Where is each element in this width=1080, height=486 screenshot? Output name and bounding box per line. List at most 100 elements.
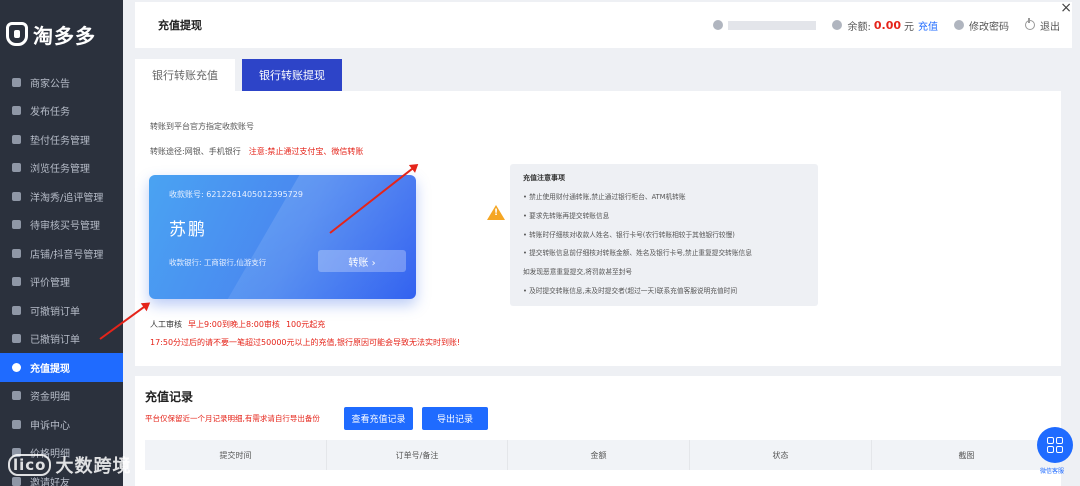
warning-icon xyxy=(487,205,505,220)
app-logo[interactable]: 淘多多 xyxy=(0,0,123,68)
money-bag-icon xyxy=(12,362,21,372)
sidebar-item-appeals[interactable]: 申诉中心 xyxy=(0,410,123,439)
deposit-note: 转账到平台官方指定收款账号 xyxy=(150,122,254,131)
sidebar-item-recharge[interactable]: 充值提现 xyxy=(0,353,123,382)
sidebar-item-reviews[interactable]: 评价管理 xyxy=(0,268,123,297)
user-icon xyxy=(12,220,21,230)
review-info: 人工审核 早上9:00到晚上8:00审核 100元起充 xyxy=(150,319,325,330)
sidebar-nav: 商家公告 发布任务 垫付任务管理 浏览任务管理 洋淘秀/追评管理 待审核买号管理… xyxy=(0,68,123,486)
header-actions: 余额: 0.00 元 充值 修改密码 退出 xyxy=(713,2,1060,48)
sidebar-item-label: 洋淘秀/追评管理 xyxy=(30,192,104,204)
sidebar-item-merchant-notice[interactable]: 商家公告 xyxy=(0,68,123,97)
sidebar-item-label: 可撤销订单 xyxy=(30,306,80,318)
page-title: 充值提现 xyxy=(158,19,202,32)
sidebar: 淘多多 商家公告 发布任务 垫付任务管理 浏览任务管理 洋淘秀/追评管理 待审核… xyxy=(0,0,123,486)
balance-label: 余额: xyxy=(847,21,871,33)
sidebar-item-funds[interactable]: 资金明细 xyxy=(0,382,123,411)
export-records-button[interactable]: 导出记录 xyxy=(422,407,488,430)
logo-icon xyxy=(6,22,28,46)
top-header: 充值提现 余额: 0.00 元 充值 修改密码 退出 xyxy=(135,2,1072,48)
customer-service-button[interactable] xyxy=(1037,427,1073,463)
sidebar-item-browse-task[interactable]: 浏览任务管理 xyxy=(0,154,123,183)
sidebar-item-label: 发布任务 xyxy=(30,107,70,119)
change-password-link[interactable]: 修改密码 xyxy=(969,18,1009,33)
records-title: 充值记录 xyxy=(145,390,194,404)
coin-icon xyxy=(832,20,843,30)
cutoff-warning: 17:50分过后的请不要一笔超过50000元以上的充值,银行原因可能会导致无法实… xyxy=(150,338,461,347)
star-icon xyxy=(12,277,21,287)
column-header: 截图 xyxy=(958,450,975,460)
lock-icon xyxy=(954,20,964,30)
sidebar-item-label: 店铺/抖音号管理 xyxy=(30,249,104,261)
sidebar-item-label: 商家公告 xyxy=(30,78,70,90)
review-hours: 早上9:00到晚上8:00审核 xyxy=(188,320,280,329)
balance-amount: 0.00 xyxy=(873,18,901,32)
tab-bar: 银行转账充值 银行转账提现 xyxy=(135,59,1061,91)
sidebar-item-label: 充值提现 xyxy=(30,363,70,375)
username xyxy=(728,20,817,30)
sidebar-item-label: 垫付任务管理 xyxy=(30,135,90,147)
monitor-icon xyxy=(12,77,21,87)
ledger-icon xyxy=(12,391,21,401)
sidebar-item-label: 申诉中心 xyxy=(30,420,70,432)
sidebar-item-label: 资金明细 xyxy=(30,392,70,404)
deposit-channels: 转账途径:网银、手机银行 注意:禁止通过支付宝、微信转账 xyxy=(150,146,363,157)
notice-line: • 提交转账信息前仔细核对转账金额、姓名及银行卡号,禁止重复提交转账信息 xyxy=(523,249,752,258)
review-minimum: 100元起充 xyxy=(285,320,326,329)
tab-spacer xyxy=(235,59,242,91)
document-icon xyxy=(12,106,21,116)
channels-text: 转账途径:网银、手机银行 xyxy=(150,147,241,156)
sidebar-item-pending-accounts[interactable]: 待审核买号管理 xyxy=(0,211,123,240)
notice-line: • 及时提交转账信息,未及时提交者(超过一天)联系充值客服说明充值时间 xyxy=(523,286,738,295)
sidebar-item-store[interactable]: 店铺/抖音号管理 xyxy=(0,239,123,268)
sidebar-item-show-review[interactable]: 洋淘秀/追评管理 xyxy=(0,182,123,211)
recharge-panel: 银行转账充值 银行转账提现 转账到平台官方指定收款账号 转账途径:网银、手机银行… xyxy=(135,59,1061,366)
logo-text: 淘多多 xyxy=(33,23,96,48)
sidebar-item-publish-task[interactable]: 发布任务 xyxy=(0,97,123,126)
bank-card: 收款账号: 6212261405012395729 苏鹏 收款银行: 工商银行,… xyxy=(149,175,416,299)
sidebar-item-revocable-orders[interactable]: 可撤销订单 xyxy=(0,296,123,325)
deposit-body: 转账到平台官方指定收款账号 转账途径:网银、手机银行 注意:禁止通过支付宝、微信转… xyxy=(135,91,1061,366)
records-note: 平台仅保留近一个月记录明细,有需求请自行导出备份 xyxy=(145,414,320,423)
bank-name: 收款银行: 工商银行,仙游支行 xyxy=(169,258,267,267)
account-number: 收款账号: 6212261405012395729 xyxy=(169,190,303,199)
balance-unit: 元 xyxy=(904,21,914,33)
sidebar-item-revoked-orders[interactable]: 已撤销订单 xyxy=(0,325,123,354)
notice-box: 充值注意事项 • 禁止使用财付通转账,禁止通过银行柜台、ATM机转账 • 要求先… xyxy=(510,164,818,306)
records-table-header: 提交时间 订单号/备注 金额 状态 截图 xyxy=(145,440,1061,470)
sidebar-item-label: 待审核买号管理 xyxy=(30,221,100,233)
recharge-link[interactable]: 充值 xyxy=(918,18,938,33)
user-avatar-icon xyxy=(713,20,724,30)
notice-line: 如发现恶意重复提交,将罚款甚至封号 xyxy=(523,268,633,277)
comment-icon xyxy=(12,191,21,201)
invite-icon xyxy=(12,476,21,486)
notice-line: • 转账时仔细核对收款人姓名、银行卡号(农行转账相较于其他银行较慢) xyxy=(523,230,735,239)
notice-line: • 要求先转账再提交转账信息 xyxy=(523,211,610,220)
review-label: 人工审核 xyxy=(150,320,182,329)
card-icon xyxy=(12,134,21,144)
watermark-logo: lico xyxy=(8,454,52,476)
power-icon xyxy=(1025,18,1035,30)
grid-icon xyxy=(1047,437,1063,453)
store-icon xyxy=(12,248,21,258)
close-icon[interactable]: × xyxy=(1060,0,1072,16)
watermark-text: 大数跨境 xyxy=(55,456,132,477)
records-panel: 充值记录 平台仅保留近一个月记录明细,有需求请自行导出备份 查看充值记录 导出记… xyxy=(135,376,1061,486)
eye-icon xyxy=(12,163,21,173)
sidebar-item-label: 已撤销订单 xyxy=(30,335,80,347)
sidebar-item-label: 浏览任务管理 xyxy=(30,164,90,176)
logout-link[interactable]: 退出 xyxy=(1040,18,1060,33)
file-icon xyxy=(12,305,21,315)
tab-bank-deposit[interactable]: 银行转账充值 xyxy=(135,59,235,91)
file-cancel-icon xyxy=(12,334,21,344)
column-header: 提交时间 xyxy=(145,440,327,470)
column-header: 状态 xyxy=(690,440,872,470)
column-header: 金额 xyxy=(508,440,690,470)
view-records-button[interactable]: 查看充值记录 xyxy=(344,407,413,430)
customer-service-label: 微信客服 xyxy=(1040,468,1065,475)
megaphone-icon xyxy=(12,419,21,429)
tab-bank-withdraw[interactable]: 银行转账提现 xyxy=(242,59,342,91)
transfer-button[interactable]: 转账 › xyxy=(318,250,406,272)
column-header: 订单号/备注 xyxy=(327,440,508,470)
sidebar-item-advance-task[interactable]: 垫付任务管理 xyxy=(0,125,123,154)
